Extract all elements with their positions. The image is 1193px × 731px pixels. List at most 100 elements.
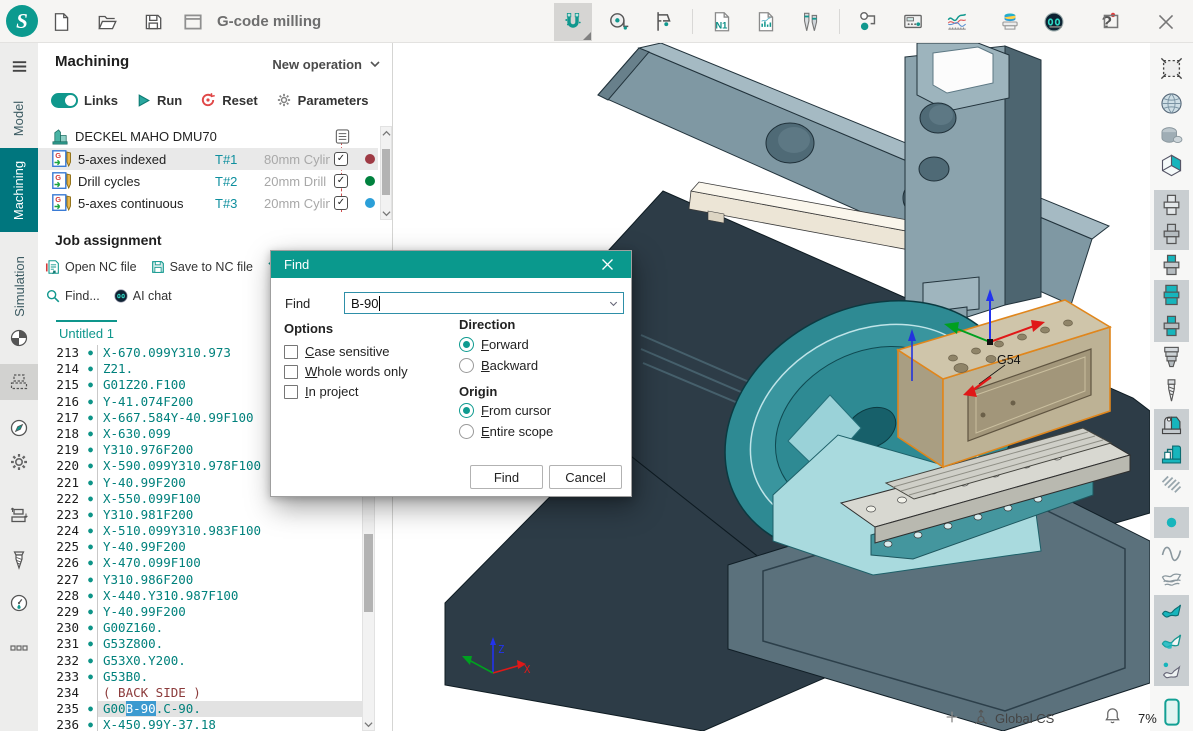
save-to-nc-file-button[interactable]: Save to NC file [150, 259, 253, 275]
gcode-text[interactable]: ( BACK SIDE ) [97, 685, 362, 701]
radio-icon[interactable] [459, 403, 474, 418]
machine-icon[interactable] [1154, 439, 1189, 470]
holder-stepped-icon[interactable] [1154, 342, 1189, 373]
workpiece-icon[interactable] [0, 364, 38, 400]
global-cs-selector[interactable]: Global CS [995, 711, 1054, 726]
links-toggle[interactable]: Links [51, 93, 118, 108]
gcode-text[interactable]: X-470.099F100 [97, 555, 362, 571]
checkbox-icon[interactable] [284, 345, 298, 359]
operation-checkbox[interactable]: ✓ [334, 196, 348, 210]
nc-program-icon[interactable]: N1 [705, 5, 739, 39]
sidebar-tab-model[interactable]: Model [0, 88, 38, 148]
parameters-button[interactable]: Parameters [276, 92, 369, 108]
reset-button[interactable]: Reset [200, 92, 257, 108]
save-file-icon[interactable] [136, 5, 170, 39]
node-link-icon[interactable] [852, 5, 886, 39]
holder-teal-icon[interactable] [1154, 280, 1189, 311]
gcode-text[interactable]: G00B-90.C-90. [97, 701, 362, 717]
surface-wire-icon[interactable] [1154, 565, 1189, 596]
radio-icon[interactable] [459, 424, 474, 439]
radio-entire-scope[interactable]: Entire scope [459, 424, 553, 439]
caliper-icon[interactable] [646, 5, 680, 39]
gcode-text[interactable]: Y310.986F200 [97, 572, 362, 588]
notes-icon[interactable] [334, 128, 351, 145]
hamburger-menu-icon[interactable] [0, 51, 38, 81]
compass-icon[interactable] [0, 410, 38, 446]
surface-dual-icon[interactable] [1154, 625, 1189, 656]
gcode-text[interactable]: X-450.99Y-37.18 [97, 717, 362, 731]
point-icon[interactable] [1154, 507, 1189, 538]
operation-row[interactable]: G5-axes indexedT#180mm Cylindrical✓ [38, 148, 378, 170]
scroll-down-icon[interactable] [363, 718, 374, 730]
operations-scrollbar[interactable] [380, 126, 392, 220]
maximize-icon[interactable] [1094, 5, 1128, 39]
cs-sphere-icon[interactable] [0, 320, 38, 356]
scroll-up-icon[interactable] [381, 127, 391, 139]
checkbox-icon[interactable] [284, 385, 298, 399]
operation-checkbox[interactable]: ✓ [334, 152, 348, 166]
gcode-text[interactable]: G53X0.Y200. [97, 653, 362, 669]
chevron-down-icon[interactable] [370, 61, 380, 68]
tab-untitled[interactable]: Untitled 1 [56, 320, 117, 344]
stock-transfer-icon[interactable] [0, 497, 38, 533]
tools-drills-icon[interactable] [793, 5, 827, 39]
operation-row[interactable]: GDrill cyclesT#220mm Drill✓ [38, 170, 378, 192]
close-icon[interactable] [596, 254, 618, 276]
more-dots-icon[interactable] [0, 630, 38, 666]
magnet-icon[interactable] [554, 3, 592, 41]
tool-drill-icon[interactable] [1154, 375, 1189, 406]
add-cs-icon[interactable] [944, 709, 960, 725]
scroll-down-icon[interactable] [381, 207, 391, 219]
holder-teal-top-icon[interactable] [1154, 250, 1189, 281]
document-tab[interactable]: G-code milling [176, 4, 321, 39]
printer-3d-icon[interactable] [993, 5, 1027, 39]
ai-chat-button[interactable]: AI chat [113, 288, 172, 304]
gcode-text[interactable]: X-510.099Y310.983F100 [97, 523, 362, 539]
dialog-titlebar[interactable]: Find [271, 251, 631, 278]
close-icon[interactable] [1149, 5, 1183, 39]
toolpath-hatch-icon[interactable] [1154, 470, 1189, 501]
settings-gear-icon[interactable] [0, 444, 38, 480]
machine-row[interactable]: DECKEL MAHO DMU70 [38, 126, 378, 148]
holder-outline-icon[interactable] [1154, 190, 1189, 221]
cutting-tool-icon[interactable] [0, 542, 38, 578]
fixture-icon[interactable] [1154, 409, 1189, 440]
gcode-text[interactable]: G00Z160. [97, 620, 362, 636]
operation-checkbox[interactable]: ✓ [334, 174, 348, 188]
radio-forward[interactable]: Forward [459, 337, 529, 352]
sphere-view-icon[interactable] [1154, 88, 1189, 119]
tape-measure-icon[interactable] [602, 5, 636, 39]
radio-icon[interactable] [459, 337, 474, 352]
find-button[interactable]: Find [470, 465, 543, 489]
bell-icon[interactable] [1103, 706, 1122, 725]
scrollbar-thumb[interactable] [364, 534, 373, 612]
holder-teal-2-icon[interactable] [1154, 311, 1189, 342]
radio-from-cursor[interactable]: From cursor [459, 403, 551, 418]
cancel-button[interactable]: Cancel [549, 465, 622, 489]
checkbox-whole-words-only[interactable]: Whole words only [284, 364, 408, 379]
curve-icon[interactable] [1154, 535, 1189, 566]
calculator-icon[interactable] [896, 5, 930, 39]
coordinate-system-icon[interactable] [971, 706, 991, 726]
open-nc-file-button[interactable]: Open NC file [45, 259, 137, 275]
gcode-text[interactable]: Y-40.99F200 [97, 539, 362, 555]
select-region-icon[interactable] [1154, 53, 1189, 84]
checkbox-icon[interactable] [284, 365, 298, 379]
holder-steel-icon[interactable] [1154, 219, 1189, 250]
graph-analysis-icon[interactable] [940, 5, 974, 39]
surface-teal-icon[interactable] [1154, 595, 1189, 626]
gcode-text[interactable]: Y-40.99F200 [97, 604, 362, 620]
open-file-icon[interactable] [90, 5, 124, 39]
run-button[interactable]: Run [136, 93, 182, 108]
gcode-text[interactable]: G53B0. [97, 669, 362, 685]
radio-backward[interactable]: Backward [459, 358, 538, 373]
gcode-text[interactable]: G53Z800. [97, 636, 362, 652]
gcode-text[interactable]: Y310.981F200 [97, 507, 362, 523]
chevron-down-icon[interactable] [608, 298, 619, 309]
radio-icon[interactable] [459, 358, 474, 373]
find-button[interactable]: Find... [45, 288, 100, 304]
surface-point-icon[interactable] [1154, 655, 1189, 686]
checkbox-case-sensitive[interactable]: Case sensitive [284, 344, 390, 359]
checkbox-in-project[interactable]: In project [284, 384, 359, 399]
shaded-view-icon[interactable] [1154, 120, 1189, 151]
